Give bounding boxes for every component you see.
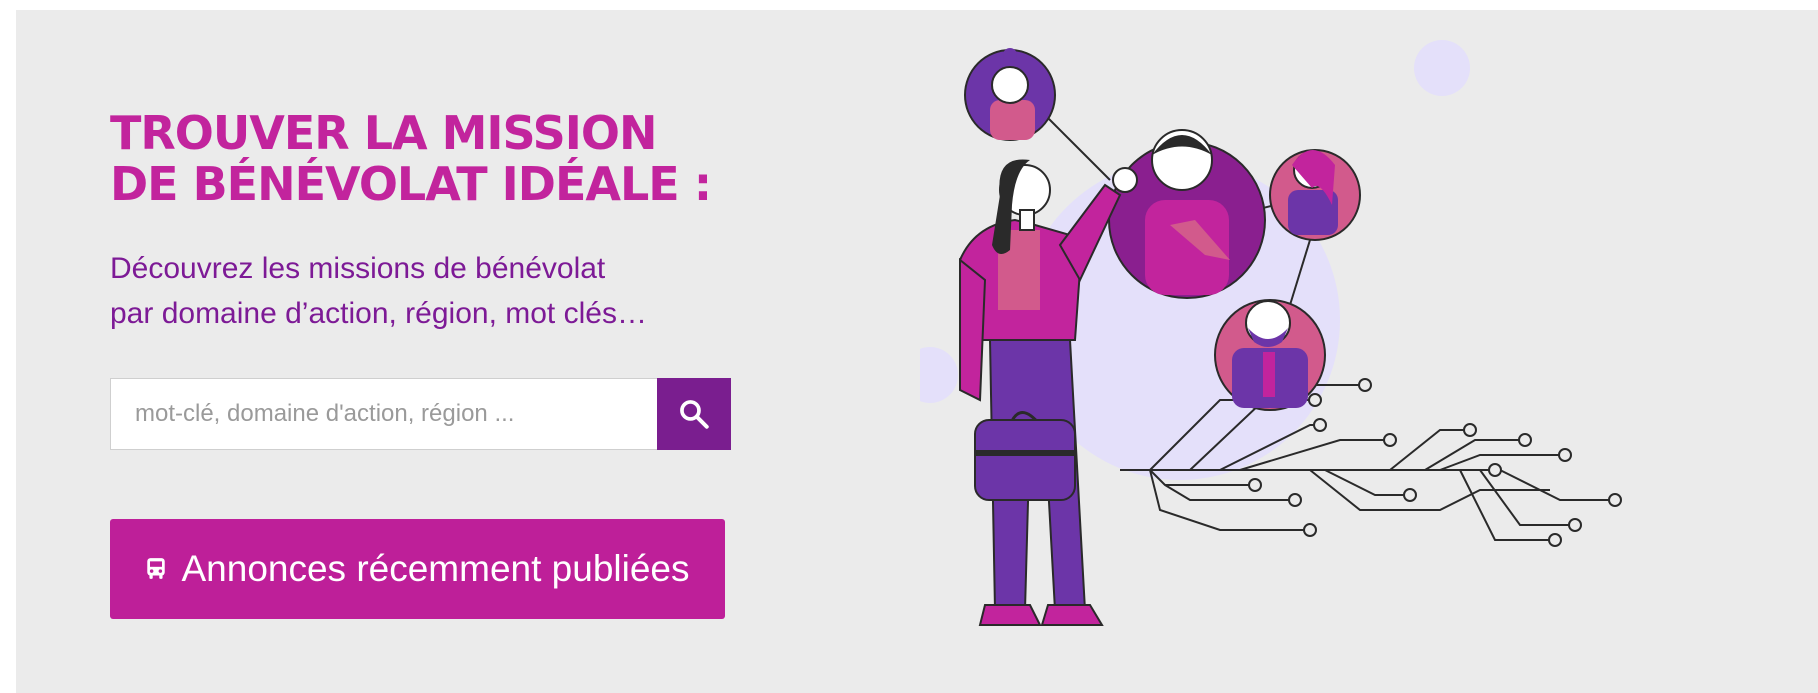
search-input[interactable] xyxy=(110,378,657,450)
recent-listings-button[interactable]: Annonces récemment publiées xyxy=(110,519,725,619)
avatar-woman-top xyxy=(964,48,1056,141)
avatar-woman-waving xyxy=(1108,129,1266,299)
volunteer-network-illustration xyxy=(920,40,1622,626)
search-bar xyxy=(110,378,731,450)
bus-icon xyxy=(145,557,167,581)
page-subtitle: Découvrez les missions de bénévolat par … xyxy=(110,246,750,336)
background-bubble-small xyxy=(920,347,958,403)
avatar-woman-right xyxy=(1269,149,1361,241)
search-button[interactable] xyxy=(657,378,731,450)
subtitle-line-2: par domaine d’action, région, mot clés… xyxy=(110,297,647,330)
background-bubble-top xyxy=(1414,40,1470,96)
title-line-2: DE BÉNÉVOLAT IDÉALE : xyxy=(110,157,712,211)
avatar-man-bearded xyxy=(1214,299,1326,411)
subtitle-line-1: Découvrez les missions de bénévolat xyxy=(110,252,606,285)
page-title: TROUVER LA MISSION DE BÉNÉVOLAT IDÉALE : xyxy=(110,108,750,210)
recent-listings-label: Annonces récemment publiées xyxy=(181,548,690,589)
title-line-1: TROUVER LA MISSION xyxy=(110,106,657,160)
hero-text: TROUVER LA MISSION DE BÉNÉVOLAT IDÉALE :… xyxy=(110,108,750,336)
search-icon xyxy=(680,400,709,429)
